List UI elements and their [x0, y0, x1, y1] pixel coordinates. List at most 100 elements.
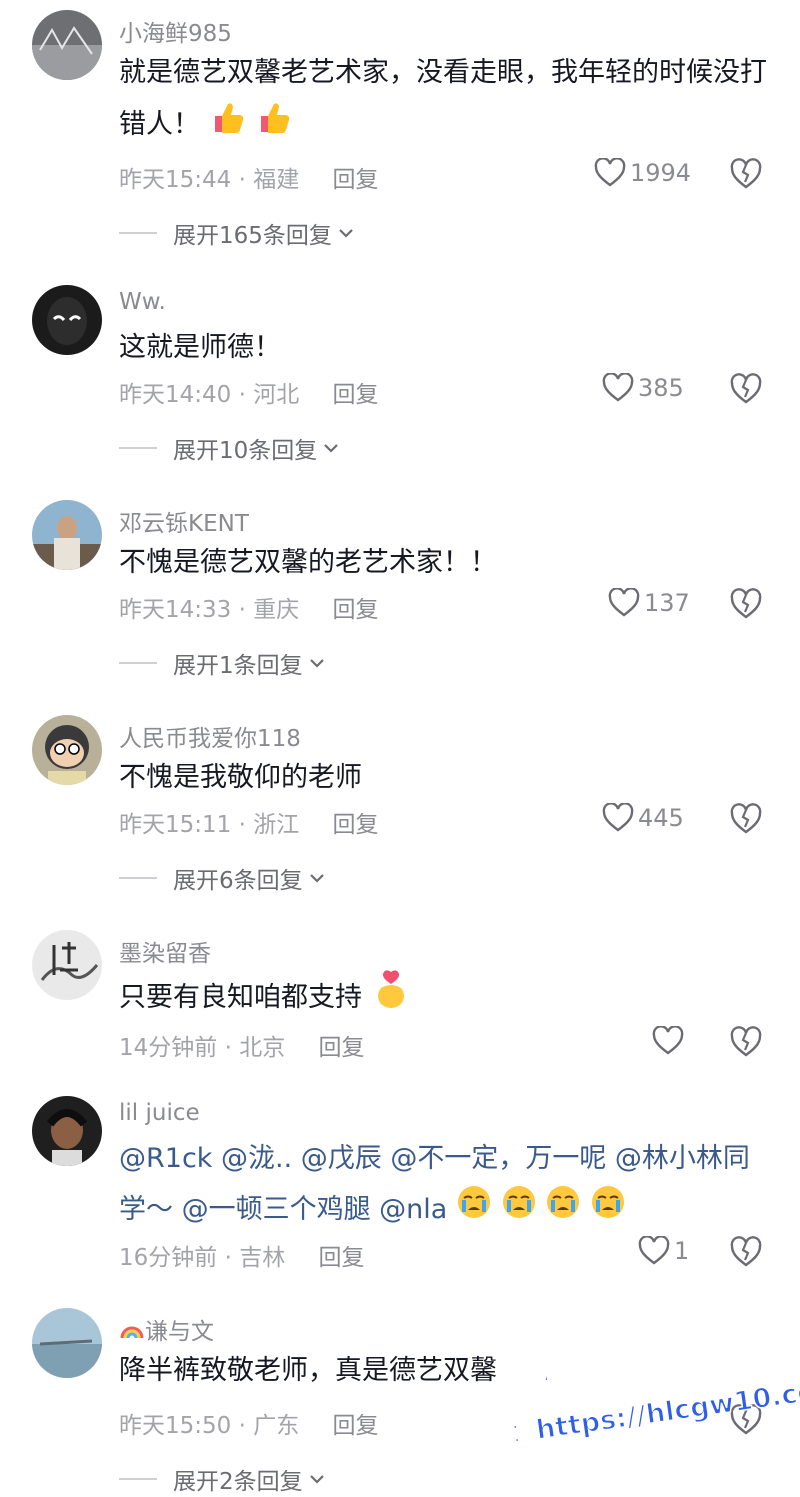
avatar[interactable]: [32, 10, 102, 80]
comment-meta: 昨天14:33 · 重庆 回复: [119, 597, 379, 623]
avatar[interactable]: [32, 1308, 102, 1378]
location: 河北: [253, 382, 300, 408]
expand-label: 展开10条回复: [173, 438, 318, 464]
timestamp: 昨天15:11: [119, 812, 232, 838]
comment-text: 只要有良知咱都支持: [119, 968, 779, 1029]
like-button[interactable]: 445: [602, 803, 684, 833]
comment-meta: 昨天15:50 · 广东 回复: [119, 1413, 379, 1439]
expand-replies-button[interactable]: 展开6条回复: [119, 861, 325, 895]
avatar[interactable]: [32, 500, 102, 570]
location: 福建: [253, 167, 300, 193]
reply-button[interactable]: 回复: [333, 167, 379, 193]
username-text: 谦与文: [145, 1319, 214, 1345]
reply-button[interactable]: 回复: [319, 1245, 365, 1271]
username[interactable]: 小海鲜985: [119, 14, 232, 48]
comment-item: Ww. 这就是师德！ 昨天14:40 · 河北 回复 385 展开10条回复: [0, 275, 800, 475]
comment-meta: 16分钟前 · 吉林 回复: [119, 1245, 365, 1271]
divider-line: [119, 662, 157, 664]
username[interactable]: 人民币我爱你118: [119, 719, 301, 753]
comment-item: 谦与文 降半裤致敬老师，真是德艺双馨 昨天15:50 · 广东 回复 展开2条回…: [0, 1298, 800, 1497]
comment-text-body: 只要有良知咱都支持: [119, 982, 362, 1013]
expand-label: 展开165条回复: [173, 223, 332, 249]
comment-item: 邓云铄KENT 不愧是德艺双馨的老艺术家！！ 昨天14:33 · 重庆 回复 1…: [0, 490, 800, 690]
username[interactable]: lil juice: [119, 1100, 200, 1126]
location: 重庆: [253, 597, 300, 623]
comment-item: 人民币我爱你118 不愧是我敬仰的老师 昨天15:11 · 浙江 回复 445 …: [0, 705, 800, 905]
chevron-down-icon: [339, 229, 353, 238]
comment-text: 不愧是我敬仰的老师: [119, 762, 362, 793]
expand-replies-button[interactable]: 展开165条回复: [119, 216, 354, 250]
divider-line: [119, 232, 157, 234]
comment-text: 降半裤致敬老师，真是德艺双馨: [119, 1355, 497, 1386]
broken-heart-icon[interactable]: [729, 803, 763, 835]
like-count: 1: [674, 1237, 690, 1265]
username[interactable]: 邓云铄KENT: [119, 504, 249, 538]
divider-line: [119, 877, 157, 879]
crying-face-icon: [501, 1184, 537, 1237]
mentions-line[interactable]: @R1ck @泷.. @戊辰 @不一定，万一呢 @林小林同: [119, 1134, 779, 1184]
broken-heart-icon[interactable]: [729, 1026, 763, 1058]
location: 北京: [239, 1035, 286, 1061]
broken-heart-icon[interactable]: [729, 588, 763, 620]
like-button[interactable]: 1: [638, 1236, 689, 1266]
expand-label: 展开2条回复: [173, 1469, 303, 1495]
reply-button[interactable]: 回复: [333, 382, 379, 408]
username[interactable]: Ww.: [119, 289, 166, 315]
timestamp: 14分钟前: [119, 1035, 218, 1061]
comment-item: 墨染留香 只要有良知咱都支持 14分钟前 · 北京 回复: [0, 920, 800, 1070]
reply-button[interactable]: 回复: [333, 1413, 379, 1439]
heart-icon: [594, 158, 626, 187]
chevron-down-icon: [324, 444, 339, 453]
username[interactable]: 墨染留香: [119, 934, 211, 968]
comment-text: 就是德艺双馨老艺术家，没看走眼，我年轻的时候没打错人！: [119, 48, 779, 153]
expand-label: 展开6条回复: [173, 868, 303, 894]
thumbs-up-icon: [255, 98, 293, 153]
avatar[interactable]: [32, 1096, 102, 1166]
heart-icon: [652, 1026, 684, 1055]
finger-heart-icon: [371, 968, 411, 1029]
expand-replies-button[interactable]: 展开1条回复: [119, 646, 325, 680]
broken-heart-icon[interactable]: [729, 1236, 763, 1268]
like-count: 445: [638, 804, 684, 832]
comment-text: 这就是师德！: [119, 332, 281, 363]
avatar[interactable]: [32, 285, 102, 355]
mentions-text[interactable]: 学～ @一顿三个鸡腿 @nla: [119, 1194, 447, 1225]
rainbow-icon: [119, 1320, 145, 1346]
like-count: 385: [638, 374, 684, 402]
comment-text: 不愧是德艺双馨的老艺术家！！: [119, 547, 497, 578]
username[interactable]: 谦与文: [119, 1312, 214, 1346]
like-button[interactable]: 385: [602, 373, 684, 403]
like-count: 1994: [630, 159, 692, 187]
mentions-line: 学～ @一顿三个鸡腿 @nla: [119, 1184, 779, 1237]
like-button[interactable]: [652, 1026, 688, 1056]
divider-line: [119, 447, 157, 449]
reply-button[interactable]: 回复: [333, 597, 379, 623]
heart-icon: [602, 373, 634, 402]
expand-label: 展开1条回复: [173, 653, 303, 679]
like-button[interactable]: 1994: [594, 158, 691, 188]
broken-heart-icon[interactable]: [729, 1404, 763, 1436]
broken-heart-icon[interactable]: [729, 373, 763, 405]
comment-meta: 昨天15:44 · 福建 回复: [119, 167, 379, 193]
heart-icon: [608, 588, 640, 617]
reply-button[interactable]: 回复: [333, 812, 379, 838]
timestamp: 16分钟前: [119, 1245, 218, 1271]
comment-meta: 14分钟前 · 北京 回复: [119, 1035, 365, 1061]
crying-face-icon: [590, 1184, 626, 1237]
thumbs-up-icon: [209, 98, 247, 153]
timestamp: 昨天14:40: [119, 382, 232, 408]
chevron-down-icon: [309, 1475, 324, 1484]
location: 浙江: [253, 812, 300, 838]
location: 吉林: [239, 1245, 286, 1271]
avatar[interactable]: [32, 930, 102, 1000]
comment-item: 小海鲜985 就是德艺双馨老艺术家，没看走眼，我年轻的时候没打错人！ 昨天15:…: [0, 0, 800, 270]
divider-line: [119, 1478, 157, 1480]
like-button[interactable]: 137: [608, 588, 690, 618]
heart-icon: [638, 1236, 670, 1265]
expand-replies-button[interactable]: 展开2条回复: [119, 1462, 325, 1496]
avatar[interactable]: [32, 715, 102, 785]
timestamp: 昨天15:50: [119, 1413, 232, 1439]
broken-heart-icon[interactable]: [729, 158, 763, 190]
reply-button[interactable]: 回复: [319, 1035, 365, 1061]
expand-replies-button[interactable]: 展开10条回复: [119, 431, 339, 465]
